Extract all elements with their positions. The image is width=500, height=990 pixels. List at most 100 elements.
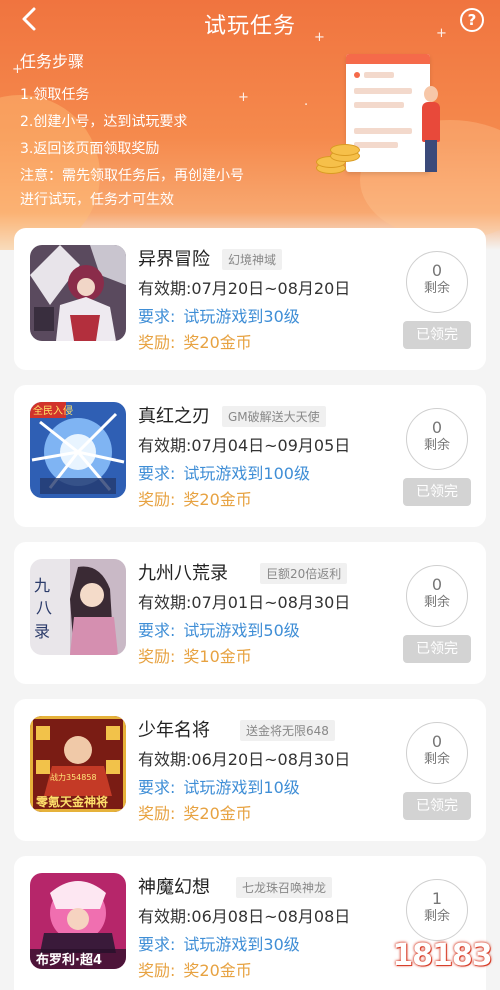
remaining-count: 0 [431, 418, 443, 437]
validity-value: 06月20日~08月30日 [191, 750, 351, 769]
validity-row: 有效期:07月04日~09月05日 [138, 432, 350, 456]
game-name: 神魔幻想 [138, 877, 210, 898]
requirement-value: 试玩游戏到50级 [183, 621, 300, 640]
requirement-label: 要求: [138, 935, 176, 954]
claimed-button[interactable]: 已领完 [403, 792, 471, 820]
requirement-row: 要求: 试玩游戏到50级 [138, 617, 300, 641]
reward-row: 奖励: 奖20金币 [138, 800, 252, 824]
validity-row: 有效期:07月20日~08月20日 [138, 275, 350, 299]
requirement-label: 要求: [138, 464, 176, 483]
remaining-counter: 0 剩余 [406, 565, 468, 627]
game-thumbnail: 全民入侵 [30, 402, 126, 498]
game-tag: 巨额20倍返利 [260, 563, 348, 584]
validity-label: 有效期: [138, 436, 192, 455]
watermark-logo: 18183 [392, 938, 492, 973]
game-thumbnail: 九 八 录 [30, 559, 126, 655]
validity-label: 有效期: [138, 279, 192, 298]
remaining-counter: 0 剩余 [406, 722, 468, 784]
task-card[interactable]: 全民入侵 真红之刃 GM破解送大天使 有效期:07月04日~09月05日 要求:… [14, 385, 486, 527]
help-button[interactable]: ? [460, 8, 484, 32]
claimed-button[interactable]: 已领完 [403, 321, 471, 349]
game-tag: GM破解送大天使 [222, 406, 326, 427]
remaining-count: 0 [431, 261, 443, 280]
person-icon [425, 140, 437, 172]
remaining-count: 0 [431, 732, 443, 751]
game-name: 异界冒险 [138, 249, 210, 270]
step-item: 2.创建小号，达到试玩要求 [20, 114, 188, 130]
reward-value: 奖20金币 [183, 490, 252, 509]
reward-label: 奖励: [138, 961, 176, 980]
validity-value: 06月08日~08月08日 [191, 907, 351, 926]
thumb-label: 战力354858 [50, 772, 97, 782]
game-name: 真红之刃 [138, 406, 210, 427]
claimed-button[interactable]: 已领完 [403, 635, 471, 663]
requirement-value: 试玩游戏到30级 [183, 307, 300, 326]
remaining-label: 剩余 [423, 438, 450, 453]
validity-row: 有效期:06月20日~08月30日 [138, 746, 350, 770]
remaining-label: 剩余 [423, 595, 450, 610]
requirement-row: 要求: 试玩游戏到10级 [138, 774, 300, 798]
thumb-label: 零氪天金神将 [35, 794, 108, 809]
reward-value: 奖20金币 [183, 333, 252, 352]
reward-row: 奖励: 奖10金币 [138, 643, 252, 667]
remaining-count: 1 [431, 889, 443, 908]
sparkle-icon: + [436, 26, 447, 41]
validity-row: 有效期:06月08日~08月08日 [138, 903, 350, 927]
remaining-counter: 0 剩余 [406, 408, 468, 470]
validity-value: 07月01日~08月30日 [191, 593, 351, 612]
game-thumbnail [30, 245, 126, 341]
reward-label: 奖励: [138, 490, 176, 509]
task-steps: 任务步骤 1.领取任务 2.创建小号，达到试玩要求 3.返回该页面领取奖励 注意… [20, 48, 244, 211]
task-card[interactable]: 战力354858 零氪天金神将 少年名将 送金将无限648 有效期:06月20日… [14, 699, 486, 841]
validity-row: 有效期:07月01日~08月30日 [138, 589, 350, 613]
task-illustration [312, 48, 462, 188]
validity-label: 有效期: [138, 750, 192, 769]
task-card[interactable]: 异界冒险 幻境神域 有效期:07月20日~08月20日 要求: 试玩游戏到30级 … [14, 228, 486, 370]
requirement-row: 要求: 试玩游戏到30级 [138, 931, 300, 955]
step-item: 3.返回该页面领取奖励 [20, 141, 160, 157]
requirement-value: 试玩游戏到100级 [183, 464, 310, 483]
remaining-count: 0 [431, 575, 443, 594]
validity-value: 07月20日~08月20日 [191, 279, 351, 298]
task-header: 试玩任务 ? + + + + · 任务步骤 1.领取任务 2.创建小号，达到试玩… [0, 0, 500, 250]
validity-label: 有效期: [138, 593, 192, 612]
person-icon [424, 86, 438, 102]
sparkle-icon: · [304, 98, 309, 113]
remaining-counter: 0 剩余 [406, 251, 468, 313]
reward-row: 奖励: 奖20金币 [138, 486, 252, 510]
reward-row: 奖励: 奖20金币 [138, 329, 252, 353]
thumb-label: 全民入侵 [33, 404, 73, 417]
page-title: 试玩任务 [203, 14, 296, 39]
reward-label: 奖励: [138, 804, 176, 823]
reward-label: 奖励: [138, 333, 176, 352]
svg-text:录: 录 [34, 622, 50, 641]
game-tag: 七龙珠召唤神龙 [236, 877, 333, 898]
task-card[interactable]: 九 八 录 九州八荒录 巨额20倍返利 有效期:07月01日~08月30日 要求… [14, 542, 486, 684]
reward-value: 奖20金币 [183, 961, 252, 980]
requirement-row: 要求: 试玩游戏到100级 [138, 460, 310, 484]
requirement-row: 要求: 试玩游戏到30级 [138, 303, 300, 327]
notice-text: 注意：需先领取任务后，再创建小号 [20, 168, 244, 184]
validity-value: 07月04日~09月05日 [191, 436, 351, 455]
sparkle-icon: + [314, 30, 325, 45]
game-thumbnail: 布罗利·超4 [30, 873, 126, 969]
requirement-label: 要求: [138, 778, 176, 797]
game-name: 少年名将 [138, 720, 210, 741]
reward-value: 奖20金币 [183, 804, 252, 823]
step-item: 1.领取任务 [20, 87, 90, 103]
coins-icon [312, 140, 362, 180]
requirement-value: 试玩游戏到10级 [183, 778, 300, 797]
requirement-value: 试玩游戏到30级 [183, 935, 300, 954]
validity-label: 有效期: [138, 907, 192, 926]
svg-text:九: 九 [34, 576, 50, 595]
game-tag: 送金将无限648 [240, 720, 335, 741]
svg-text:八: 八 [36, 598, 52, 617]
game-name: 九州八荒录 [138, 563, 228, 584]
top-bar: 试玩任务 ? [0, 0, 500, 44]
thumb-label: 布罗利·超4 [36, 952, 102, 968]
remaining-label: 剩余 [423, 281, 450, 296]
reward-label: 奖励: [138, 647, 176, 666]
steps-title: 任务步骤 [20, 52, 85, 71]
claimed-button[interactable]: 已领完 [403, 478, 471, 506]
reward-value: 奖10金币 [183, 647, 252, 666]
